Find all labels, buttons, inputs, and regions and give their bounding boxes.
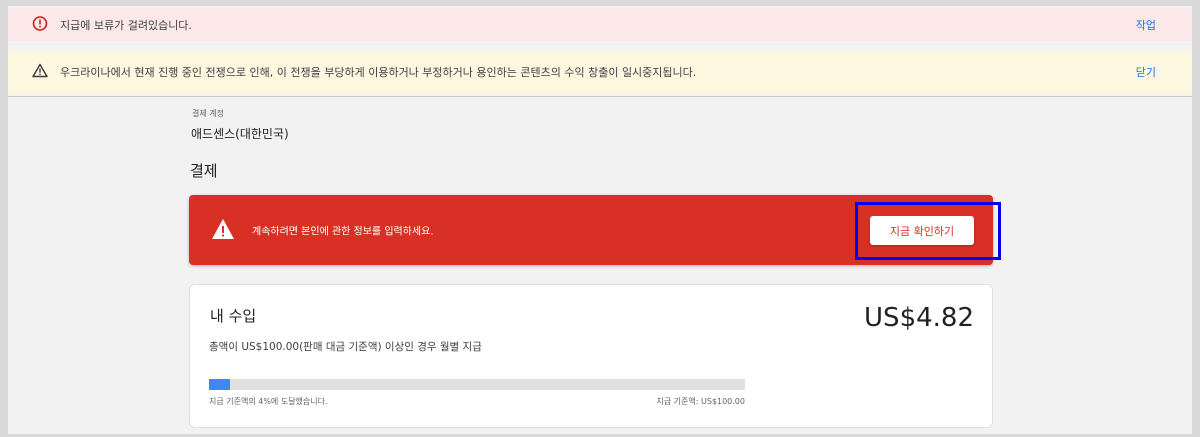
ukraine-notice-message: 우크라이나에서 현재 진행 중인 전쟁으로 인해, 이 전쟁을 부당하게 이용하… xyxy=(60,66,697,79)
earnings-title: 내 수입 xyxy=(210,307,257,325)
warning-triangle-icon xyxy=(211,218,235,244)
alert-message: 계속하려면 본인에 관한 정보를 입력하세요. xyxy=(252,226,434,238)
payment-hold-banner: 지급에 보류가 걸려있습니다. 작업 xyxy=(8,8,1192,41)
payment-threshold-progress-bar xyxy=(209,379,745,390)
ukraine-notice-banner: 우크라이나에서 현재 진행 중인 전쟁으로 인해, 이 전쟁을 부당하게 이용하… xyxy=(8,50,1192,94)
error-circle-icon xyxy=(32,15,48,34)
payment-account-label: 결제 계정 xyxy=(192,109,224,118)
divider xyxy=(8,96,1192,97)
warning-triangle-icon xyxy=(32,63,48,81)
dismiss-notice-link[interactable]: 닫기 xyxy=(1136,64,1156,80)
earnings-card: 내 수입 US$4.82 총액이 US$100.00(판매 대금 기준액) 이상… xyxy=(189,284,993,428)
annotation-highlight-box xyxy=(855,202,1001,260)
progress-status-text: 지급 기준액의 4%에 도달했습니다. xyxy=(209,397,328,406)
payment-hold-action-link[interactable]: 작업 xyxy=(1136,17,1156,33)
earnings-amount: US$4.82 xyxy=(864,303,974,333)
progress-fill xyxy=(209,379,231,390)
payment-hold-message: 지급에 보류가 걸려있습니다. xyxy=(60,18,192,32)
page-title: 결제 xyxy=(190,162,218,180)
payment-account-name: 애드센스(대한민국) xyxy=(191,127,289,141)
earnings-description: 총액이 US$100.00(판매 대금 기준액) 이상인 경우 월별 지급 xyxy=(209,341,482,353)
payment-threshold-text: 지급 기준액: US$100.00 xyxy=(656,397,745,406)
